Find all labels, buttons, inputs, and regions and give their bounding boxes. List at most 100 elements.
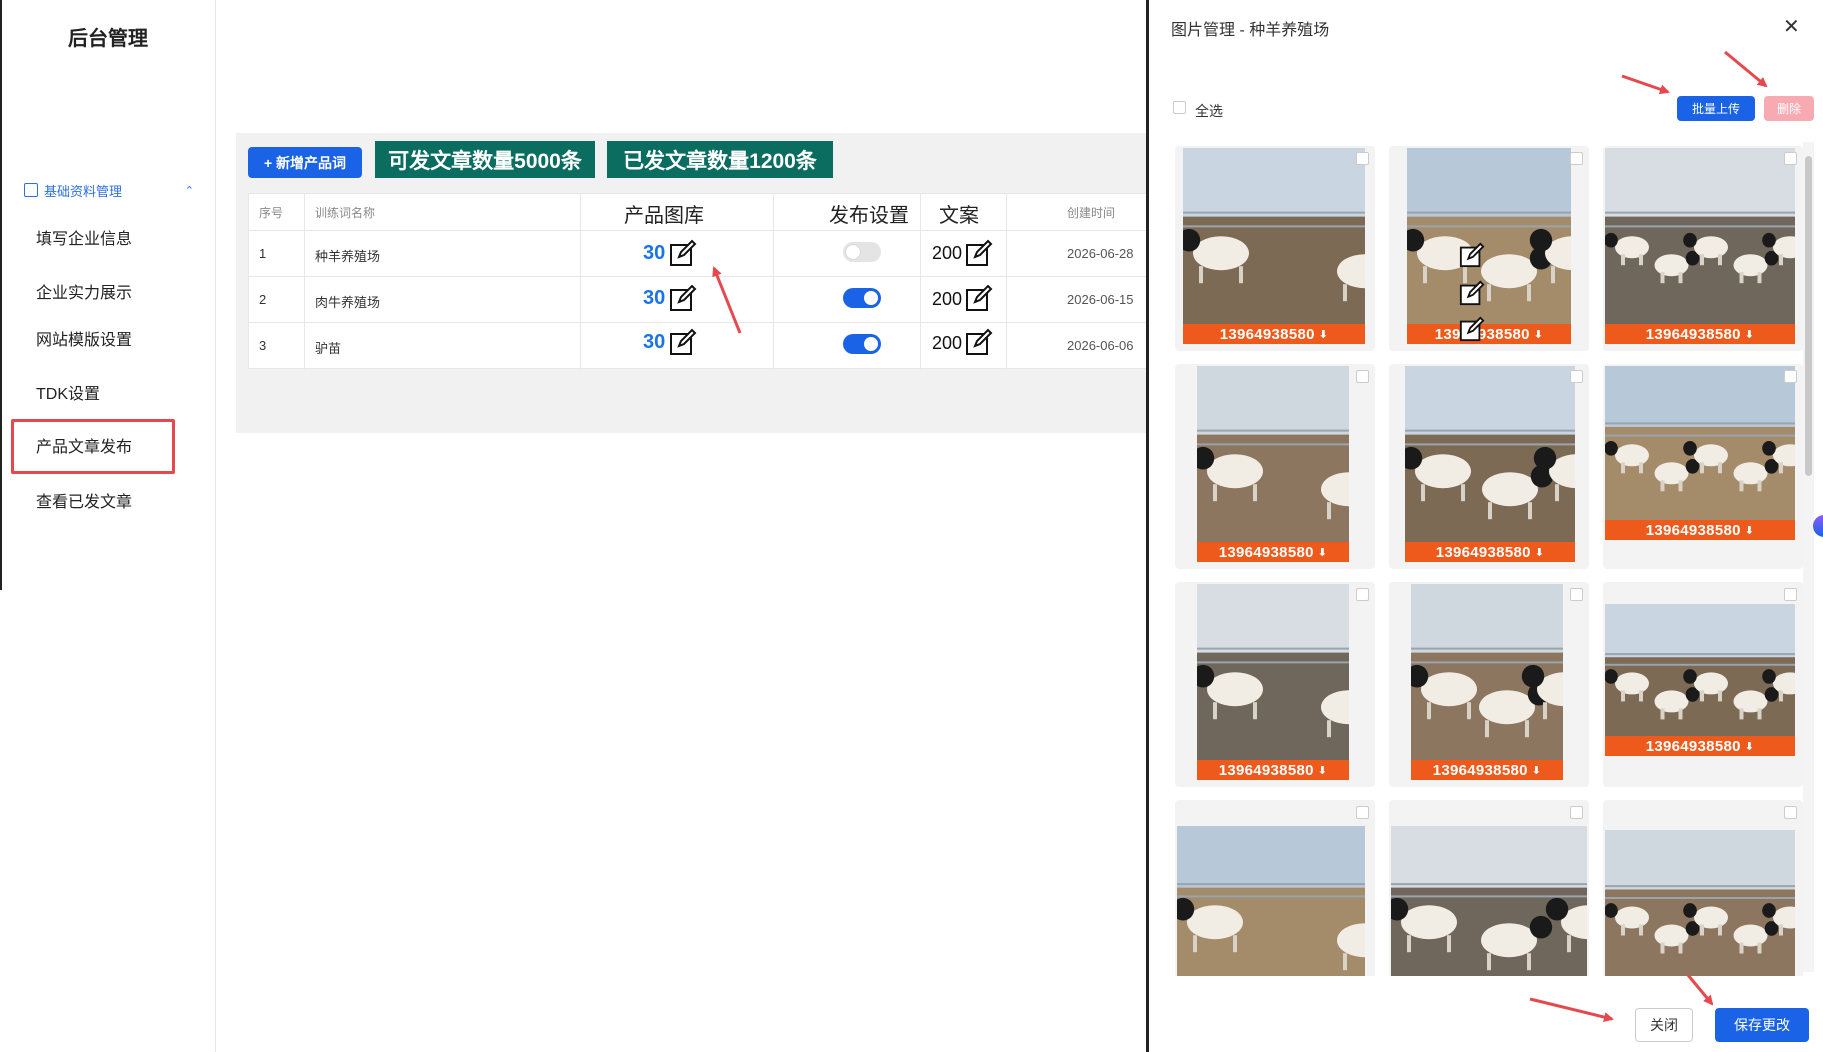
sidebar-item-company-strength[interactable]: 企业实力展示: [36, 279, 132, 303]
download-arrow-icon: ⬇: [1744, 524, 1755, 537]
download-arrow-icon: ⬇: [1534, 546, 1545, 559]
select-all-label[interactable]: 全选: [1195, 101, 1223, 121]
publish-toggle[interactable]: [843, 242, 881, 262]
phone-watermark: 13964938580 ⬇: [1183, 324, 1365, 344]
image-card[interactable]: 13964938580⬇: [1603, 800, 1803, 976]
image-select-checkbox[interactable]: [1784, 588, 1797, 601]
app-root: 后台管理 基础资料管理 ⌃ 填写企业信息 企业实力展示 网站模版设置 TDK设置…: [0, 0, 1823, 1052]
edit-copy-icon[interactable]: [965, 328, 993, 356]
image-card[interactable]: 13964938580⬇: [1389, 800, 1589, 976]
image-card[interactable]: 13964938580⬇: [1389, 146, 1589, 351]
batch-upload-button[interactable]: 批量上传: [1677, 96, 1755, 121]
image-select-checkbox[interactable]: [1784, 152, 1797, 165]
copy-count: 200: [932, 289, 963, 309]
edit-image-icon[interactable]: [1459, 242, 1485, 268]
stat-publishable-count: 可发文章数量5000条: [375, 141, 595, 178]
header-created: 创建时间: [1067, 206, 1116, 220]
phone-number: 13964938580: [1645, 737, 1741, 755]
save-changes-button[interactable]: 保存更改: [1715, 1008, 1809, 1042]
row-index: 1: [259, 246, 267, 261]
edit-image-icon[interactable]: [1459, 316, 1485, 342]
phone-number: 13964938580: [1218, 543, 1314, 561]
sidebar-item-product-articles[interactable]: 产品文章发布: [36, 433, 132, 457]
row-created: 2026-06-28: [1067, 246, 1134, 261]
publish-toggle[interactable]: [843, 334, 881, 354]
sheep-photo: 13964938580⬇: [1177, 826, 1365, 976]
image-select-checkbox[interactable]: [1570, 152, 1583, 165]
image-card[interactable]: 13964938580⬇: [1389, 582, 1589, 787]
phone-watermark: 13964938580 ⬇: [1605, 736, 1795, 756]
edit-gallery-icon[interactable]: [669, 328, 697, 356]
image-select-checkbox[interactable]: [1356, 588, 1369, 601]
grid-scrollbar[interactable]: [1803, 142, 1814, 972]
image-card[interactable]: 13964938580⬇: [1389, 364, 1589, 569]
image-select-checkbox[interactable]: [1570, 806, 1583, 819]
row-created: 2026-06-15: [1067, 292, 1134, 307]
delete-button[interactable]: 删除: [1764, 96, 1814, 121]
sheep-photo: 13964938580⬇: [1197, 584, 1349, 780]
gallery-count-link[interactable]: 30: [643, 331, 665, 354]
image-select-checkbox[interactable]: [1356, 806, 1369, 819]
image-select-checkbox[interactable]: [1356, 370, 1369, 383]
chevron-up-icon[interactable]: ⌃: [185, 184, 194, 197]
sidebar-item-site-template[interactable]: 网站模版设置: [36, 326, 132, 350]
select-all-checkbox[interactable]: [1173, 101, 1186, 114]
image-card[interactable]: 13964938580⬇: [1175, 146, 1375, 351]
image-card[interactable]: 13964938580⬇: [1603, 364, 1803, 569]
gallery-count-link[interactable]: 30: [643, 287, 665, 310]
phone-watermark: 13964938580 ⬇: [1405, 542, 1575, 562]
drawer-title: 图片管理 - 种羊养殖场: [1171, 22, 1330, 39]
phone-watermark: 13964938580 ⬇: [1411, 760, 1563, 780]
download-arrow-icon: ⬇: [1531, 764, 1542, 777]
row-name: 肉牛养殖场: [315, 295, 381, 310]
image-card[interactable]: 13964938580⬇: [1175, 364, 1375, 569]
image-select-checkbox[interactable]: [1356, 152, 1369, 165]
phone-number: 13964938580: [1219, 325, 1315, 343]
sheep-photo: 13964938580⬇: [1605, 148, 1795, 344]
edit-copy-icon[interactable]: [965, 284, 993, 312]
image-card[interactable]: 13964938580⬇: [1603, 146, 1803, 351]
download-arrow-icon: ⬇: [1744, 328, 1755, 341]
close-icon[interactable]: ✕: [1783, 14, 1800, 39]
download-arrow-icon: ⬇: [1318, 328, 1329, 341]
header-copy: 文案: [939, 205, 979, 227]
edit-gallery-icon[interactable]: [669, 239, 697, 267]
edit-gallery-icon[interactable]: [669, 284, 697, 312]
publish-toggle[interactable]: [843, 288, 881, 308]
image-grid: 13964938580 ⬇ 13964938580 ⬇ 13964938580 ⬇ 1396…: [1175, 146, 1815, 976]
download-arrow-icon: ⬇: [1317, 546, 1328, 559]
row-name: 驴苗: [315, 341, 342, 356]
image-select-checkbox[interactable]: [1784, 806, 1797, 819]
image-card[interactable]: 13964938580⬇: [1175, 800, 1375, 976]
phone-watermark: 13964938580 ⬇: [1605, 520, 1795, 540]
sidebar-item-published-articles[interactable]: 查看已发文章: [36, 488, 132, 512]
add-product-word-button[interactable]: + 新增产品词: [248, 147, 362, 178]
edit-copy-icon[interactable]: [965, 239, 993, 267]
phone-number: 13964938580: [1432, 761, 1528, 779]
sidebar-item-tdk[interactable]: TDK设置: [36, 380, 100, 404]
row-index: 2: [259, 292, 267, 307]
edit-image-icon[interactable]: [1459, 280, 1485, 306]
image-card[interactable]: 13964938580⬇: [1603, 582, 1803, 787]
window-edge: [0, 0, 2, 590]
phone-watermark: 13964938580 ⬇: [1197, 542, 1349, 562]
image-select-checkbox[interactable]: [1570, 370, 1583, 383]
sheep-photo: 13964938580⬇: [1183, 148, 1365, 344]
product-word-table: 序号 训练词名称 产品图库 发布设置 文案 创建时间 1 种羊养殖场 30 20…: [248, 193, 1149, 370]
app-logo: 后台管理: [68, 28, 148, 50]
sidebar-item-company-info[interactable]: 填写企业信息: [36, 225, 132, 249]
image-select-checkbox[interactable]: [1784, 370, 1797, 383]
image-select-checkbox[interactable]: [1570, 588, 1583, 601]
menu-group-basic-info[interactable]: 基础资料管理 ⌃: [24, 178, 194, 202]
close-button[interactable]: 关闭: [1635, 1008, 1693, 1042]
copy-count: 200: [932, 243, 963, 263]
scrollbar-thumb[interactable]: [1805, 156, 1812, 476]
row-name: 种羊养殖场: [315, 249, 381, 264]
row-index: 3: [259, 338, 267, 353]
sheep-photo: 13964938580⬇: [1391, 826, 1587, 976]
download-arrow-icon: ⬇: [1317, 764, 1328, 777]
gallery-count-link[interactable]: 30: [643, 242, 665, 265]
header-index: 序号: [259, 206, 284, 220]
sheep-photo: 13964938580⬇: [1605, 366, 1795, 540]
image-card[interactable]: 13964938580⬇: [1175, 582, 1375, 787]
